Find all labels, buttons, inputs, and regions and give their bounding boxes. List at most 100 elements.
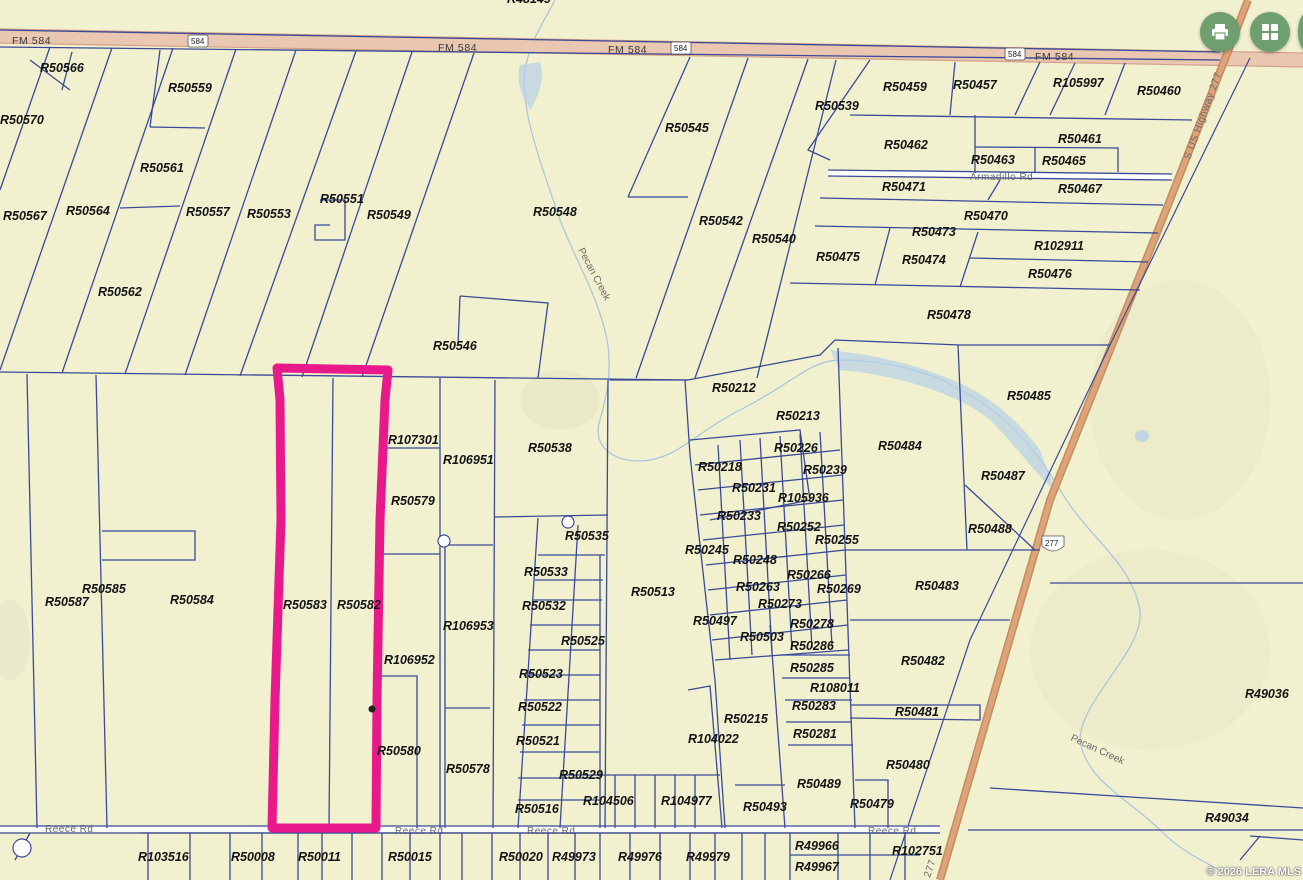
parcel-label-r50516[interactable]: R50516 <box>515 802 560 816</box>
parcel-label-r106952[interactable]: R106952 <box>384 653 435 667</box>
parcel-label-r50540[interactable]: R50540 <box>752 232 796 246</box>
parcel-label-r50580[interactable]: R50580 <box>377 744 421 758</box>
parcel-label-r49966[interactable]: R49966 <box>795 839 840 853</box>
parcel-label-r50487[interactable]: R50487 <box>981 469 1026 483</box>
parcel-label-r50582[interactable]: R50582 <box>337 598 381 612</box>
parcel-label-r49973[interactable]: R49973 <box>552 850 596 864</box>
parcel-label-r104506[interactable]: R104506 <box>583 794 635 808</box>
parcel-label-r49036[interactable]: R49036 <box>1245 687 1290 701</box>
parcel-label-r50548[interactable]: R50548 <box>533 205 577 219</box>
parcel-label-r50020[interactable]: R50020 <box>499 850 543 864</box>
parcel-label-r50522[interactable]: R50522 <box>518 700 562 714</box>
parcel-label-r50542[interactable]: R50542 <box>699 214 743 228</box>
parcel-label-r50513[interactable]: R50513 <box>631 585 675 599</box>
parcel-label-r50539[interactable]: R50539 <box>815 99 859 113</box>
parcel-label-r105936[interactable]: R105936 <box>778 491 830 505</box>
parcel-label-r107301[interactable]: R107301 <box>388 433 439 447</box>
parcel-label-r50263[interactable]: R50263 <box>736 580 780 594</box>
parcel-label-r104022[interactable]: R104022 <box>688 732 739 746</box>
parcel-label-r50562[interactable]: R50562 <box>98 285 142 299</box>
parcel-label-r50226[interactable]: R50226 <box>774 441 819 455</box>
parcel-label-r50551[interactable]: R50551 <box>320 192 364 206</box>
parcel-label-r50566[interactable]: R50566 <box>40 61 85 75</box>
parcel-label-r106953[interactable]: R106953 <box>443 619 494 633</box>
parcel-label-r50470[interactable]: R50470 <box>964 209 1008 223</box>
parcel-label-r50215[interactable]: R50215 <box>724 712 769 726</box>
parcel-label-r50465[interactable]: R50465 <box>1042 154 1087 168</box>
parcel-label-r50523[interactable]: R50523 <box>519 667 563 681</box>
parcel-label-r49967[interactable]: R49967 <box>795 860 840 874</box>
parcel-label-r50266[interactable]: R50266 <box>787 568 832 582</box>
parcel-label-r102911[interactable]: R102911 <box>1034 239 1084 253</box>
parcel-label-r50460[interactable]: R50460 <box>1137 84 1181 98</box>
parcel-label-r50269[interactable]: R50269 <box>817 582 861 596</box>
parcel-label-r102751[interactable]: R102751 <box>892 844 943 858</box>
parcel-label-r50549[interactable]: R50549 <box>367 208 411 222</box>
parcel-label-r50255[interactable]: R50255 <box>815 533 860 547</box>
parcel-label-r50503[interactable]: R50503 <box>740 630 784 644</box>
parcel-label-r50521[interactable]: R50521 <box>516 734 560 748</box>
parcel-label-r50493[interactable]: R50493 <box>743 800 787 814</box>
parcel-label-r50231[interactable]: R50231 <box>732 481 776 495</box>
parcel-label-r50489[interactable]: R50489 <box>797 777 841 791</box>
parcel-label-r50467[interactable]: R50467 <box>1058 182 1103 196</box>
parcel-label-r50213[interactable]: R50213 <box>776 409 820 423</box>
parcel-label-r50546[interactable]: R50546 <box>433 339 478 353</box>
parcel-label-r49979[interactable]: R49979 <box>686 850 730 864</box>
parcel-label-r49976[interactable]: R49976 <box>618 850 663 864</box>
layers-button[interactable] <box>1250 12 1290 52</box>
parcel-label-r50559[interactable]: R50559 <box>168 81 212 95</box>
parcel-label-r50578[interactable]: R50578 <box>446 762 490 776</box>
parcel-label-r50015[interactable]: R50015 <box>388 850 433 864</box>
parcel-label-r50481[interactable]: R50481 <box>895 705 939 719</box>
parcel-label-r50553[interactable]: R50553 <box>247 207 291 221</box>
parcel-label-r50473[interactable]: R50473 <box>912 225 956 239</box>
parcel-label-r50471[interactable]: R50471 <box>882 180 926 194</box>
print-button[interactable] <box>1200 12 1240 52</box>
parcel-label-r50567[interactable]: R50567 <box>3 209 48 223</box>
parcel-label-r50479[interactable]: R50479 <box>850 797 894 811</box>
parcel-label-r50011[interactable]: R50011 <box>298 850 341 864</box>
parcel-map[interactable]: Pecan Creek Pecan Creek FM 584 FM 584 FM… <box>0 0 1303 880</box>
parcel-label-r50480[interactable]: R50480 <box>886 758 930 772</box>
parcel-label-r50248[interactable]: R50248 <box>733 553 777 567</box>
parcel-label-r49034[interactable]: R49034 <box>1205 811 1249 825</box>
parcel-label-r50583[interactable]: R50583 <box>283 598 327 612</box>
parcel-label-r50463[interactable]: R50463 <box>971 153 1015 167</box>
parcel-label-r50461[interactable]: R50461 <box>1058 132 1102 146</box>
parcel-label-r50485[interactable]: R50485 <box>1007 389 1052 403</box>
parcel-label-r48149[interactable]: R48149 <box>507 0 551 6</box>
parcel-label-r50475[interactable]: R50475 <box>816 250 861 264</box>
parcel-label-r50564[interactable]: R50564 <box>66 204 110 218</box>
parcel-label-r50008[interactable]: R50008 <box>231 850 275 864</box>
parcel-label-r50233[interactable]: R50233 <box>717 509 761 523</box>
parcel-label-r50457[interactable]: R50457 <box>953 78 998 92</box>
parcel-label-r50286[interactable]: R50286 <box>790 639 835 653</box>
parcel-label-r105997[interactable]: R105997 <box>1053 76 1105 90</box>
parcel-label-r50535[interactable]: R50535 <box>565 529 610 543</box>
parcel-label-r50218[interactable]: R50218 <box>698 460 742 474</box>
parcel-label-r50239[interactable]: R50239 <box>803 463 847 477</box>
parcel-label-r50545[interactable]: R50545 <box>665 121 710 135</box>
parcel-label-r50484[interactable]: R50484 <box>878 439 922 453</box>
parcel-label-r50497[interactable]: R50497 <box>693 614 738 628</box>
parcel-label-r50462[interactable]: R50462 <box>884 138 928 152</box>
parcel-label-r50212[interactable]: R50212 <box>712 381 756 395</box>
parcel-label-r50474[interactable]: R50474 <box>902 253 946 267</box>
parcel-label-r104977[interactable]: R104977 <box>661 794 713 808</box>
parcel-label-r50488[interactable]: R50488 <box>968 522 1012 536</box>
parcel-label-r103516[interactable]: R103516 <box>138 850 190 864</box>
parcel-label-r50570[interactable]: R50570 <box>0 113 44 127</box>
parcel-label-r50533[interactable]: R50533 <box>524 565 568 579</box>
parcel-label-r50278[interactable]: R50278 <box>790 617 834 631</box>
parcel-label-r50281[interactable]: R50281 <box>793 727 837 741</box>
parcel-label-r50538[interactable]: R50538 <box>528 441 572 455</box>
parcel-label-r50561[interactable]: R50561 <box>140 161 184 175</box>
parcel-label-r106951[interactable]: R106951 <box>443 453 494 467</box>
parcel-label-r50585[interactable]: R50585 <box>82 582 127 596</box>
parcel-label-r50459[interactable]: R50459 <box>883 80 927 94</box>
parcel-label-r50587[interactable]: R50587 <box>45 595 90 609</box>
parcel-label-r50476[interactable]: R50476 <box>1028 267 1073 281</box>
parcel-label-r50285[interactable]: R50285 <box>790 661 835 675</box>
parcel-label-r50252[interactable]: R50252 <box>777 520 821 534</box>
